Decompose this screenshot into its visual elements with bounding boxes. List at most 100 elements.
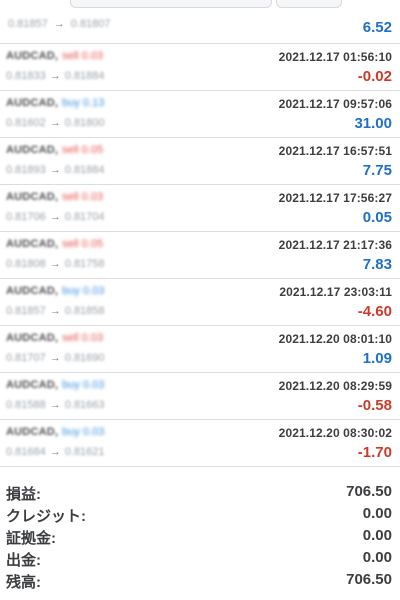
trade-time: 2021.12.17 21:17:36 — [278, 238, 392, 252]
trade-time: 2021.12.20 08:01:10 — [278, 332, 392, 346]
trade-header: AUDCAD, sell 0.05 — [6, 238, 103, 250]
trade-symbol: AUDCAD, — [6, 97, 59, 109]
arrow-right-icon: → — [49, 305, 61, 317]
price-open: 0.81833 — [6, 70, 46, 82]
arrow-right-icon: → — [49, 70, 61, 82]
price-open: 0.81857 — [8, 18, 48, 30]
summary-value: 0.00 — [362, 549, 392, 566]
trade-time: 2021.12.17 17:56:27 — [278, 191, 392, 205]
trade-side: buy 0.13 — [62, 97, 105, 109]
arrow-right-icon: → — [49, 258, 61, 270]
summary-row: 証拠金: 0.00 — [0, 525, 400, 547]
trade-header: AUDCAD, buy 0.03 — [6, 285, 104, 297]
account-summary: 損益: 706.50 クレジット: 0.00 証拠金: 0.00 出金: 0.0… — [0, 481, 400, 591]
trade-profit: 31.00 — [354, 115, 392, 132]
summary-value: 706.50 — [346, 483, 392, 500]
summary-row: 損益: 706.50 — [0, 481, 400, 503]
summary-row: 残高: 706.50 — [0, 569, 400, 591]
trade-profit: -0.58 — [357, 397, 392, 414]
summary-label: 残高: — [6, 574, 41, 591]
trade-profit: -0.02 — [357, 68, 392, 85]
trade-row[interactable]: AUDCAD, buy 0.03 0.81857 → 0.81858 2021.… — [0, 279, 400, 326]
arrow-right-icon: → — [49, 211, 61, 223]
trade-side: sell 0.05 — [62, 238, 104, 250]
arrow-right-icon: → — [49, 446, 61, 458]
trade-row[interactable]: AUDCAD, sell 0.03 0.81706 → 0.81704 2021… — [0, 185, 400, 232]
summary-label: 出金: — [6, 552, 41, 569]
trade-row[interactable]: AUDCAD, sell 0.05 0.81893 → 0.81884 2021… — [0, 138, 400, 185]
price-open: 0.81808 — [6, 258, 46, 270]
trade-symbol: AUDCAD, — [6, 426, 59, 438]
trade-symbol: AUDCAD, — [6, 379, 59, 391]
arrow-right-icon: → — [49, 164, 61, 176]
trade-time: 2021.12.20 08:30:02 — [278, 426, 392, 440]
trade-time: 2021.12.17 23:03:11 — [279, 285, 392, 299]
trade-header: AUDCAD, buy 0.03 — [6, 426, 104, 438]
price-open: 0.81588 — [6, 399, 46, 411]
trade-side: sell 0.03 — [62, 191, 104, 203]
price-close: 0.81663 — [64, 399, 105, 411]
trade-time: 2021.12.17 01:56:10 — [278, 50, 392, 64]
price-close: 0.81800 — [64, 117, 105, 129]
trade-row[interactable]: AUDCAD, sell 0.05 0.81808 → 0.81758 2021… — [0, 232, 400, 279]
summary-value: 0.00 — [362, 527, 392, 544]
trade-row[interactable]: AUDCAD, sell 0.03 0.81833 → 0.81884 2021… — [0, 44, 400, 91]
trade-profit: 1.09 — [362, 350, 392, 367]
price-close: 0.81704 — [64, 211, 105, 223]
trade-profit: -4.60 — [357, 303, 392, 320]
price-open: 0.81602 — [6, 117, 46, 129]
trade-price-line: 0.81893 → 0.81884 — [6, 164, 105, 176]
trade-price-line: 0.81706 → 0.81704 — [6, 211, 105, 223]
trade-symbol: AUDCAD, — [6, 191, 59, 203]
trade-symbol: AUDCAD, — [6, 50, 59, 62]
summary-label: 損益: — [6, 486, 41, 503]
trade-time: 2021.12.17 16:57:51 — [278, 144, 392, 158]
trade-symbol: AUDCAD, — [6, 144, 59, 156]
trade-row[interactable]: AUDCAD, buy 0.13 0.81602 → 0.81800 2021.… — [0, 91, 400, 138]
top-tab-right[interactable] — [276, 0, 342, 8]
trade-history-list: AUDCAD, sell 0.03 0.81833 → 0.81884 2021… — [0, 44, 400, 467]
arrow-right-icon: → — [49, 117, 61, 129]
trade-time: 2021.12.20 08:29:59 — [278, 379, 392, 393]
trade-profit: 0.05 — [362, 209, 392, 226]
trade-row[interactable]: AUDCAD, buy 0.03 0.81684 → 0.81621 2021.… — [0, 420, 400, 467]
trade-price-line: 0.81857 → 0.81858 — [6, 305, 105, 317]
price-close: 0.81758 — [64, 258, 105, 270]
trade-price-line: 0.81833 → 0.81884 — [6, 70, 105, 82]
price-open: 0.81684 — [6, 446, 46, 458]
price-close: 0.81690 — [64, 352, 105, 364]
trade-header: AUDCAD, buy 0.13 — [6, 97, 104, 109]
summary-value: 706.50 — [346, 571, 392, 588]
trade-side: buy 0.03 — [62, 426, 105, 438]
trade-header: AUDCAD, sell 0.03 — [6, 332, 103, 344]
trade-price-line: 0.81602 → 0.81800 — [6, 117, 105, 129]
price-close: 0.81884 — [64, 70, 105, 82]
trade-price-line: 0.81588 → 0.81663 — [6, 399, 105, 411]
trade-header: AUDCAD, sell 0.03 — [6, 191, 103, 203]
summary-value: 0.00 — [362, 505, 392, 522]
price-close: 0.81858 — [64, 305, 105, 317]
price-open: 0.81707 — [6, 352, 46, 364]
trade-time: 2021.12.17 09:57:06 — [278, 97, 392, 111]
arrow-right-icon: → — [49, 399, 61, 411]
trade-symbol: AUDCAD, — [6, 285, 59, 297]
trade-symbol: AUDCAD, — [6, 238, 59, 250]
trade-side: sell 0.05 — [62, 144, 104, 156]
trade-row[interactable]: AUDCAD, sell 0.03 0.81707 → 0.81690 2021… — [0, 326, 400, 373]
arrow-right-icon: → — [49, 352, 61, 364]
trade-profit: 7.75 — [362, 162, 392, 179]
trade-price-line: 0.81707 → 0.81690 — [6, 352, 105, 364]
top-trade-row-partial[interactable]: 0.81857 → 0.81807 6.52 — [0, 0, 400, 44]
price-close: 0.81621 — [64, 446, 105, 458]
price-close: 0.81807 — [70, 18, 111, 30]
top-price-line: 0.81857 → 0.81807 — [8, 18, 111, 30]
trade-symbol: AUDCAD, — [6, 332, 59, 344]
trade-row[interactable]: AUDCAD, buy 0.03 0.81588 → 0.81663 2021.… — [0, 373, 400, 420]
trade-price-line: 0.81684 → 0.81621 — [6, 446, 105, 458]
top-tab-left[interactable] — [70, 0, 272, 8]
trade-price-line: 0.81808 → 0.81758 — [6, 258, 105, 270]
trade-side: buy 0.03 — [62, 285, 105, 297]
summary-label: クレジット: — [6, 508, 86, 525]
trade-profit: 7.83 — [362, 256, 392, 273]
trade-header: AUDCAD, sell 0.03 — [6, 50, 103, 62]
